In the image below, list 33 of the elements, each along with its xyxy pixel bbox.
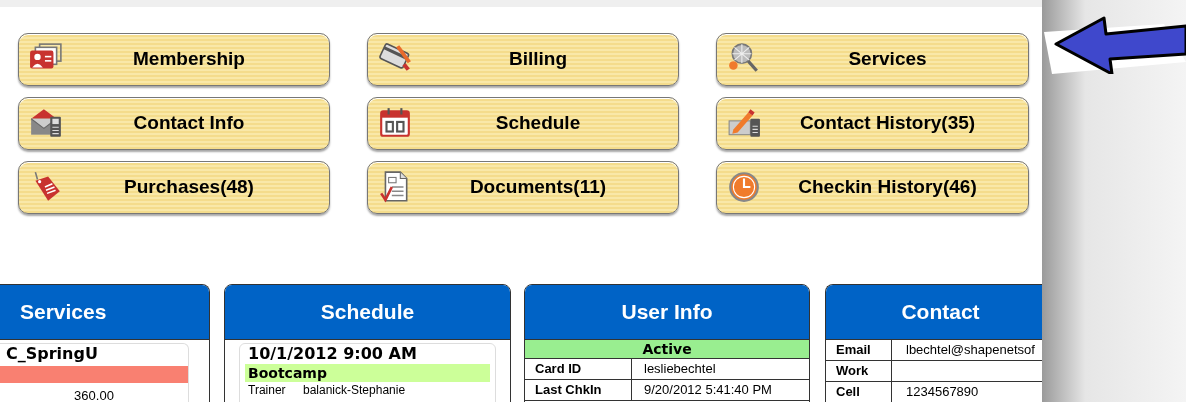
panel-title: Schedule (320, 299, 415, 326)
table-cell: Work (826, 361, 892, 381)
calendar-icon (378, 106, 412, 140)
menu-button[interactable]: Contact Info (18, 97, 330, 150)
panel-title: User Info (621, 299, 713, 326)
menu-button[interactable]: Billing (367, 33, 679, 86)
service-amount: 360.00 (73, 387, 115, 402)
menu-button[interactable]: Schedule (367, 97, 679, 150)
class-name: Bootcamp (245, 364, 490, 382)
field-label: Trainer (248, 382, 287, 398)
status-label: Active (525, 340, 809, 359)
schedule-date: 10/1/2012 9:00 AM (247, 344, 418, 364)
clock-icon (727, 170, 761, 204)
menu-button[interactable]: Membership (18, 33, 330, 86)
table-cell-text: lbechtel@shapenetsof (905, 341, 1036, 360)
menu-button[interactable]: Contact History(35) (716, 97, 1029, 150)
pencil-phone-icon (727, 106, 761, 140)
table-cell: Email (826, 340, 892, 360)
field-value: balanick-Stephanie (303, 382, 406, 398)
menu-button[interactable]: Purchases(48) (18, 161, 330, 214)
table-cell: Card ID (525, 359, 632, 379)
table-cell: Last ChkIn (525, 380, 632, 400)
panel-title: Contact (901, 299, 980, 326)
menu-button[interactable]: Documents(11) (367, 161, 679, 214)
table-cell-text: 9/20/2012 5:41:40 PM (643, 381, 773, 400)
menu-button[interactable]: Checkin History(46) (716, 161, 1029, 214)
panel-title: Services (20, 299, 107, 326)
table-cell: Cell (826, 382, 892, 402)
envelope-phone-icon (29, 106, 63, 140)
table-cell-text: 1234567890 (905, 383, 980, 402)
table-cell-text: lesliebechtel (643, 360, 717, 379)
menu-button[interactable]: Services (716, 33, 1029, 86)
service-name: C_SpringU (5, 344, 99, 364)
